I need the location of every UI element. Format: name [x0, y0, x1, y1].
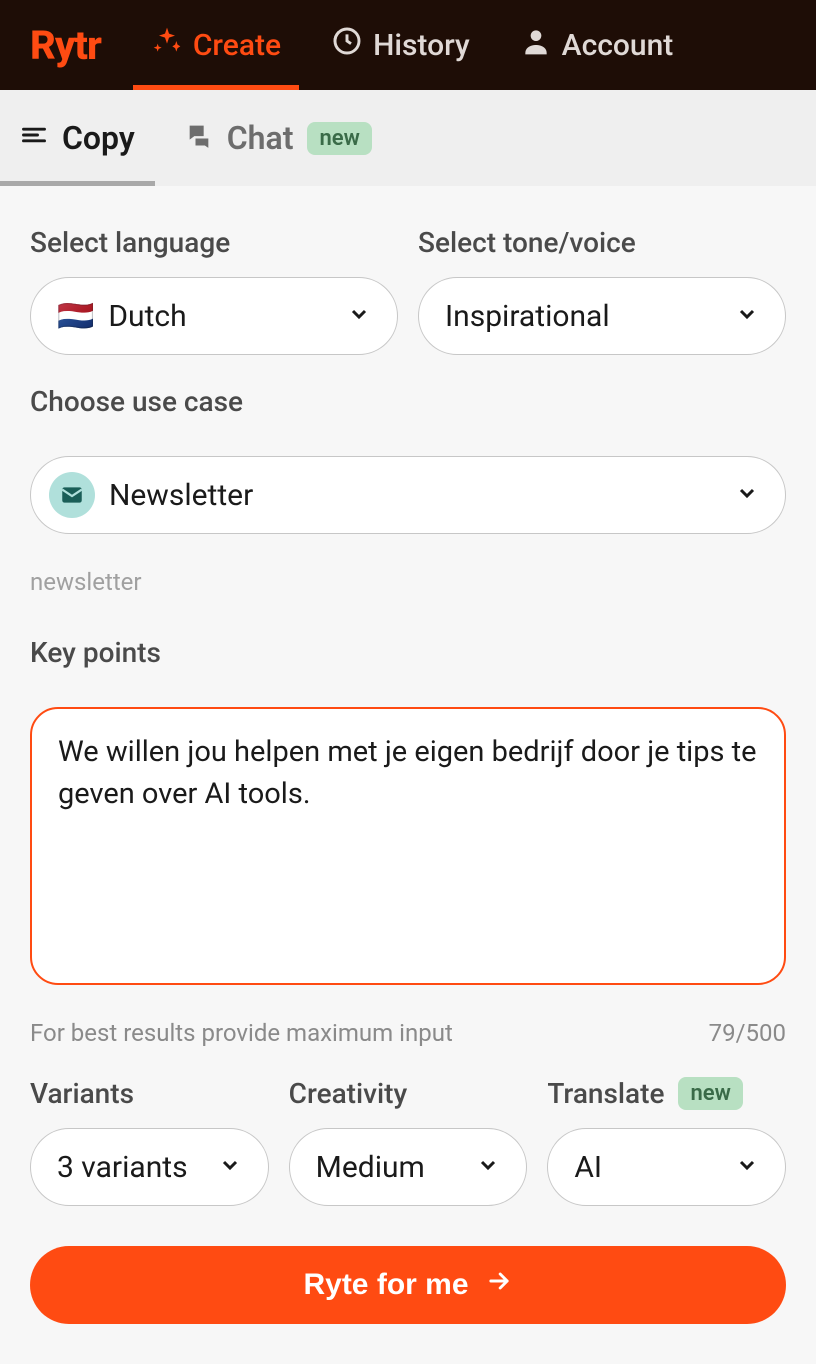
- sub-tabs: Copy Chat new: [0, 90, 816, 186]
- translate-value: AI: [574, 1150, 602, 1185]
- menu-icon: [20, 119, 48, 157]
- language-field: Select language 🇳🇱 Dutch: [30, 226, 398, 355]
- chat-icon: [185, 119, 213, 157]
- tab-label: Chat: [227, 119, 294, 157]
- nav-items: Create History Account: [151, 0, 786, 90]
- tab-chat[interactable]: Chat new: [185, 90, 372, 186]
- usecase-label: Choose use case: [30, 385, 786, 418]
- new-badge: new: [307, 122, 371, 155]
- language-label: Select language: [30, 226, 398, 259]
- nav-account[interactable]: Account: [520, 0, 674, 90]
- arrow-right-icon: [485, 1267, 513, 1303]
- variants-value: 3 variants: [57, 1150, 188, 1185]
- tone-field: Select tone/voice Inspirational: [418, 226, 786, 355]
- translate-select[interactable]: AI: [547, 1128, 786, 1206]
- translate-label: Translate: [547, 1077, 664, 1110]
- nav-label: History: [373, 28, 470, 63]
- creativity-value: Medium: [316, 1150, 425, 1185]
- chevron-down-icon: [218, 1150, 242, 1185]
- keypoints-hint: For best results provide maximum input: [30, 1019, 453, 1047]
- tab-copy[interactable]: Copy: [20, 90, 135, 186]
- variants-select[interactable]: 3 variants: [30, 1128, 269, 1206]
- tone-label: Select tone/voice: [418, 226, 786, 259]
- keypoints-label: Key points: [30, 636, 786, 669]
- nav-history[interactable]: History: [331, 0, 470, 90]
- ryte-button[interactable]: Ryte for me: [30, 1246, 786, 1324]
- nav-label: Account: [562, 28, 674, 63]
- cta-label: Ryte for me: [303, 1268, 468, 1302]
- chevron-down-icon: [347, 299, 371, 334]
- usecase-hint: newsletter: [30, 568, 786, 596]
- flag-icon: 🇳🇱: [57, 299, 94, 334]
- nav-create[interactable]: Create: [151, 0, 281, 90]
- translate-field: Translate new AI: [547, 1077, 786, 1206]
- language-value: Dutch: [108, 299, 186, 334]
- variants-label: Variants: [30, 1077, 269, 1110]
- usecase-select[interactable]: Newsletter: [30, 456, 786, 534]
- creativity-select[interactable]: Medium: [289, 1128, 528, 1206]
- language-select[interactable]: 🇳🇱 Dutch: [30, 277, 398, 355]
- account-icon: [520, 25, 552, 65]
- chevron-down-icon: [735, 478, 759, 513]
- usecase-value: Newsletter: [109, 478, 253, 513]
- creativity-field: Creativity Medium: [289, 1077, 528, 1206]
- new-badge: new: [678, 1077, 742, 1110]
- nav-label: Create: [193, 28, 281, 63]
- chevron-down-icon: [735, 1150, 759, 1185]
- chevron-down-icon: [735, 299, 759, 334]
- tab-label: Copy: [62, 119, 135, 157]
- variants-field: Variants 3 variants: [30, 1077, 269, 1206]
- keypoints-counter: 79/500: [709, 1019, 786, 1047]
- tone-value: Inspirational: [445, 299, 610, 334]
- chevron-down-icon: [476, 1150, 500, 1185]
- history-icon: [331, 25, 363, 65]
- mail-icon: [49, 472, 95, 518]
- tone-select[interactable]: Inspirational: [418, 277, 786, 355]
- sparkle-icon: [151, 25, 183, 65]
- top-header: Rytr Create History Account: [0, 0, 816, 90]
- keypoints-input[interactable]: [30, 707, 786, 985]
- creativity-label: Creativity: [289, 1077, 528, 1110]
- main-form: Select language 🇳🇱 Dutch Select tone/voi…: [0, 186, 816, 1364]
- logo: Rytr: [30, 22, 101, 69]
